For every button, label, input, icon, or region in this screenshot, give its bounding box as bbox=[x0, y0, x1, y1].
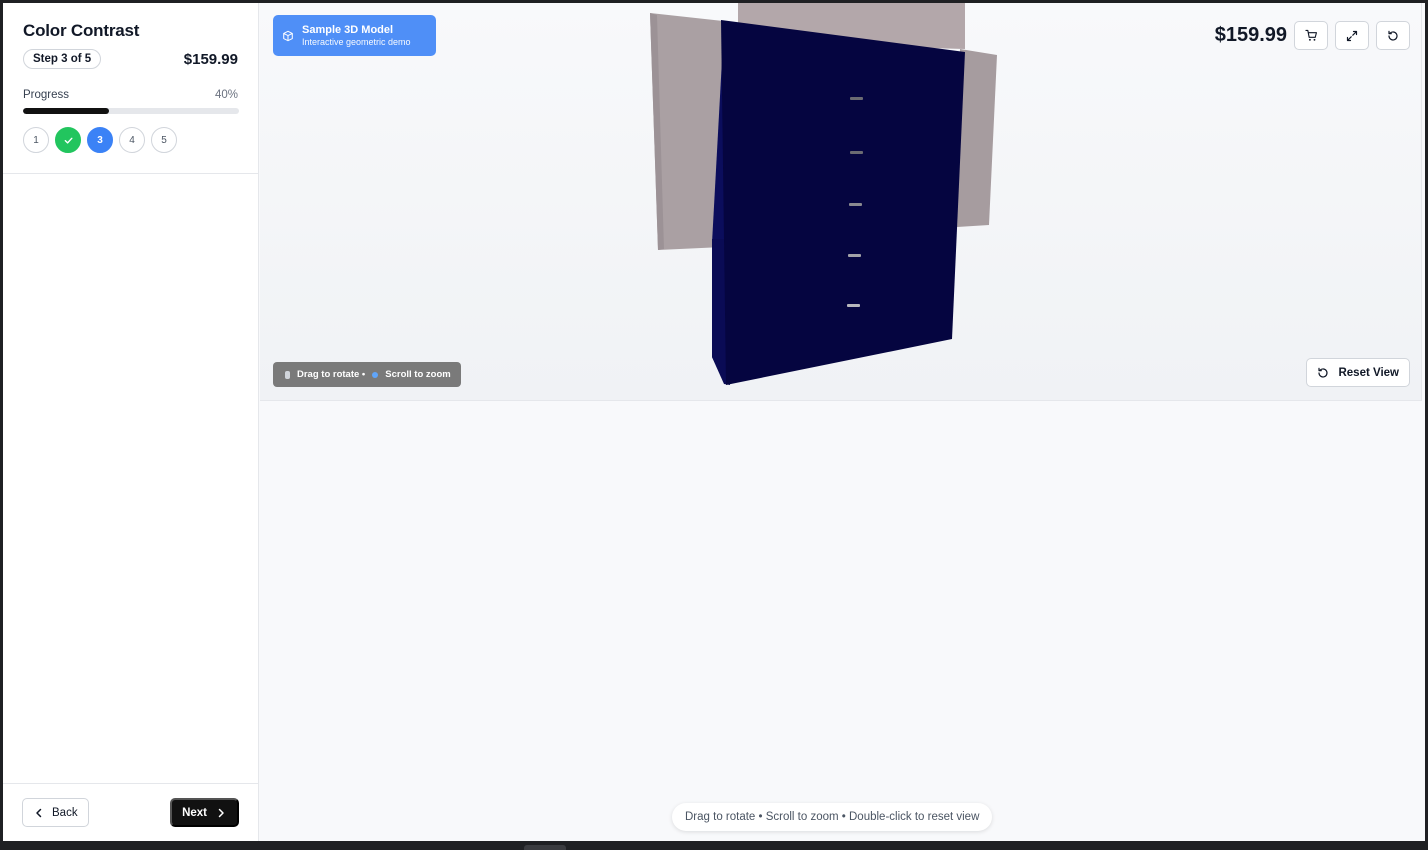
check-icon bbox=[64, 137, 72, 144]
taskbar-handle bbox=[524, 845, 566, 850]
refresh-button[interactable] bbox=[1376, 21, 1410, 50]
chevron-left-icon bbox=[36, 808, 42, 817]
progress-bar bbox=[23, 108, 239, 114]
viewer-toolbar: $159.99 bbox=[1215, 21, 1410, 50]
step-indicator: 1 3 4 5 bbox=[23, 127, 238, 153]
reset-view-button[interactable]: Reset View bbox=[1306, 358, 1410, 387]
reset-icon bbox=[1318, 367, 1329, 378]
sidebar-price: $159.99 bbox=[183, 50, 238, 68]
drawer-handle bbox=[849, 203, 862, 206]
main-area: Sample 3D Model Interactive geometric de… bbox=[259, 3, 1425, 841]
badge-title: Sample 3D Model bbox=[302, 23, 394, 36]
bottom-hint: Drag to rotate • Scroll to zoom • Double… bbox=[672, 803, 993, 831]
reset-view-label: Reset View bbox=[1338, 366, 1399, 379]
cart-button[interactable] bbox=[1294, 21, 1328, 50]
mouse-icon bbox=[285, 370, 290, 379]
sidebar-header: Color Contrast Step 3 of 5 $159.99 Progr… bbox=[3, 3, 258, 174]
cube-icon bbox=[283, 30, 293, 41]
step-2[interactable] bbox=[55, 127, 81, 153]
next-button[interactable]: Next bbox=[170, 798, 239, 827]
cart-icon bbox=[1304, 29, 1317, 41]
model-canvas[interactable] bbox=[260, 3, 1422, 401]
chevron-right-icon bbox=[218, 808, 224, 817]
viewer-price: $159.99 bbox=[1214, 24, 1287, 46]
hint-zoom: Scroll to zoom bbox=[385, 369, 451, 380]
back-label: Back bbox=[52, 806, 78, 819]
expand-icon bbox=[1346, 30, 1358, 41]
drawer-handle bbox=[850, 97, 863, 100]
drawer-handle bbox=[847, 304, 860, 307]
step-1[interactable]: 1 bbox=[23, 127, 49, 153]
drawer-handle bbox=[848, 254, 861, 257]
next-label: Next bbox=[182, 806, 207, 819]
drawer-handle bbox=[850, 151, 863, 154]
viewer-hint-pill: Drag to rotate • Scroll to zoom bbox=[273, 362, 461, 387]
progress-percent: 40% bbox=[214, 89, 238, 101]
hint-rotate: Drag to rotate • bbox=[297, 369, 366, 380]
progress-label: Progress bbox=[23, 89, 70, 101]
scroll-icon bbox=[372, 371, 379, 378]
fullscreen-button[interactable] bbox=[1335, 21, 1369, 50]
back-button[interactable]: Back bbox=[22, 798, 89, 827]
model-body-front bbox=[721, 20, 965, 385]
badge-subtitle: Interactive geometric demo bbox=[302, 36, 411, 47]
app-window: Color Contrast Step 3 of 5 $159.99 Progr… bbox=[3, 3, 1425, 841]
model-viewer[interactable]: Sample 3D Model Interactive geometric de… bbox=[260, 3, 1422, 401]
sidebar-footer: Back Next bbox=[3, 783, 258, 841]
step-4[interactable]: 4 bbox=[119, 127, 145, 153]
step-5[interactable]: 5 bbox=[151, 127, 177, 153]
page-title: Color Contrast bbox=[23, 21, 140, 40]
sidebar-content bbox=[3, 174, 258, 783]
progress-fill bbox=[23, 108, 110, 114]
sidebar: Color Contrast Step 3 of 5 $159.99 Progr… bbox=[3, 3, 259, 841]
step-3[interactable]: 3 bbox=[87, 127, 113, 153]
model-badge: Sample 3D Model Interactive geometric de… bbox=[273, 15, 436, 56]
refresh-icon bbox=[1388, 30, 1398, 41]
step-badge: Step 3 of 5 bbox=[23, 49, 102, 69]
